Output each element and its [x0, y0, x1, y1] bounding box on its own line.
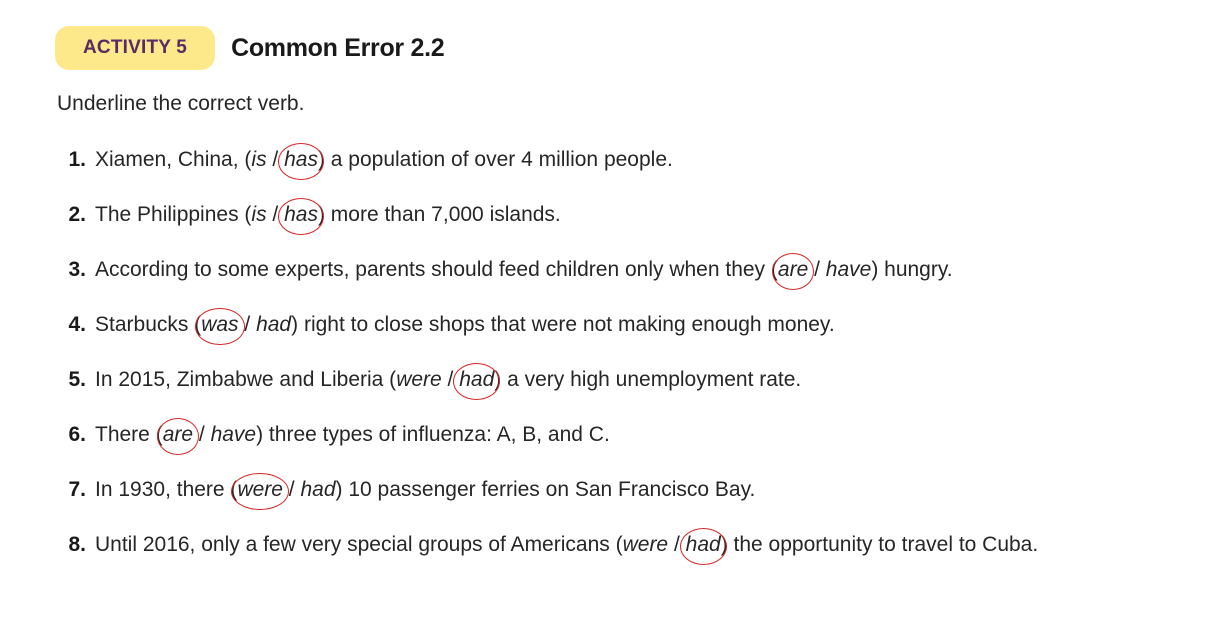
sentence-after: ) more than 7,000 islands. [317, 203, 561, 226]
option-separator: / [808, 258, 826, 281]
option-1[interactable]: are [156, 418, 200, 455]
activity-badge: ACTIVITY 5 [55, 26, 216, 70]
option-separator: / [238, 313, 257, 336]
option-separator: / [282, 478, 301, 501]
option-1[interactable]: were [396, 368, 442, 391]
instruction-text: Underline the correct verb. [57, 92, 305, 115]
item-sentence: There (are / have) three types of influe… [95, 418, 610, 455]
sentence-before: In 1930, there ( [95, 478, 238, 501]
sentence-before: According to some experts, parents shoul… [95, 258, 778, 281]
item-number: 7. [68, 478, 86, 501]
option-2[interactable]: have [211, 423, 257, 446]
exercise-item: 4. Starbucks (was / had) right to close … [0, 308, 1217, 365]
sentence-after: ) the opportunity to travel to Cuba. [720, 533, 1039, 556]
sentence-before: The Philippines ( [95, 203, 252, 226]
option-2[interactable]: had [679, 528, 727, 565]
sentence-after: ) right to close shops that were not mak… [291, 313, 835, 336]
option-1[interactable]: were [623, 533, 669, 556]
item-number: 2. [68, 203, 86, 226]
sentence-after: ) a very high unemployment rate. [494, 368, 802, 391]
sentence-before: In 2015, Zimbabwe and Liberia ( [95, 368, 397, 391]
exercise-list: 1. Xiamen, China, (is / has) a populatio… [0, 143, 1217, 585]
exercise-item: 3. According to some experts, parents sh… [0, 253, 1217, 310]
option-2[interactable]: has [278, 198, 324, 235]
option-2[interactable]: had [300, 478, 335, 501]
item-sentence: In 2015, Zimbabwe and Liberia (were / ha… [95, 363, 802, 400]
item-sentence: The Philippines (is / has) more than 7,0… [95, 198, 561, 235]
item-number: 1. [68, 148, 86, 171]
sentence-before: Xiamen, China, ( [95, 148, 252, 171]
option-1[interactable]: were [231, 473, 289, 510]
item-number: 6. [68, 423, 86, 446]
item-sentence: Xiamen, China, (is / has) a population o… [95, 143, 673, 180]
item-sentence: According to some experts, parents shoul… [95, 253, 953, 290]
option-1[interactable]: was [195, 308, 245, 345]
sentence-before: There ( [95, 423, 163, 446]
option-1[interactable]: is [251, 203, 266, 226]
item-number: 3. [68, 258, 86, 281]
option-separator: / [668, 533, 686, 556]
activity-title: Common Error 2.2 [231, 33, 445, 62]
option-2[interactable]: had [453, 363, 501, 400]
sentence-before: Starbucks ( [95, 313, 202, 336]
exercise-item: 6. There (are / have) three types of inf… [0, 418, 1217, 475]
option-separator: / [266, 148, 285, 171]
sentence-after: ) a population of over 4 million people. [317, 148, 673, 171]
sentence-after: ) 10 passenger ferries on San Francisco … [335, 478, 756, 501]
item-number: 4. [68, 313, 86, 336]
item-number: 8. [68, 533, 86, 556]
sentence-before: Until 2016, only a few very special grou… [95, 533, 623, 556]
option-1[interactable]: are [771, 253, 815, 290]
option-1[interactable]: is [251, 148, 266, 171]
exercise-item: 7. In 1930, there (were / had) 10 passen… [0, 473, 1217, 530]
item-number: 5. [68, 368, 86, 391]
exercise-item: 2. The Philippines (is / has) more than … [0, 198, 1217, 255]
item-sentence: In 1930, there (were / had) 10 passenger… [95, 473, 756, 510]
activity-header: ACTIVITY 5 Common Error 2.2 [55, 26, 445, 70]
exercise-item: 8. Until 2016, only a few very special g… [0, 528, 1217, 585]
sentence-after: ) hungry. [871, 258, 953, 281]
option-2[interactable]: have [826, 258, 872, 281]
option-2[interactable]: has [278, 143, 324, 180]
item-sentence: Starbucks (was / had) right to close sho… [95, 308, 835, 345]
option-separator: / [193, 423, 211, 446]
item-sentence: Until 2016, only a few very special grou… [95, 528, 1039, 565]
option-2[interactable]: had [256, 313, 291, 336]
exercise-item: 1. Xiamen, China, (is / has) a populatio… [0, 143, 1217, 200]
option-separator: / [441, 368, 460, 391]
option-separator: / [266, 203, 285, 226]
exercise-item: 5. In 2015, Zimbabwe and Liberia (were /… [0, 363, 1217, 420]
sentence-after: ) three types of influenza: A, B, and C. [256, 423, 610, 446]
